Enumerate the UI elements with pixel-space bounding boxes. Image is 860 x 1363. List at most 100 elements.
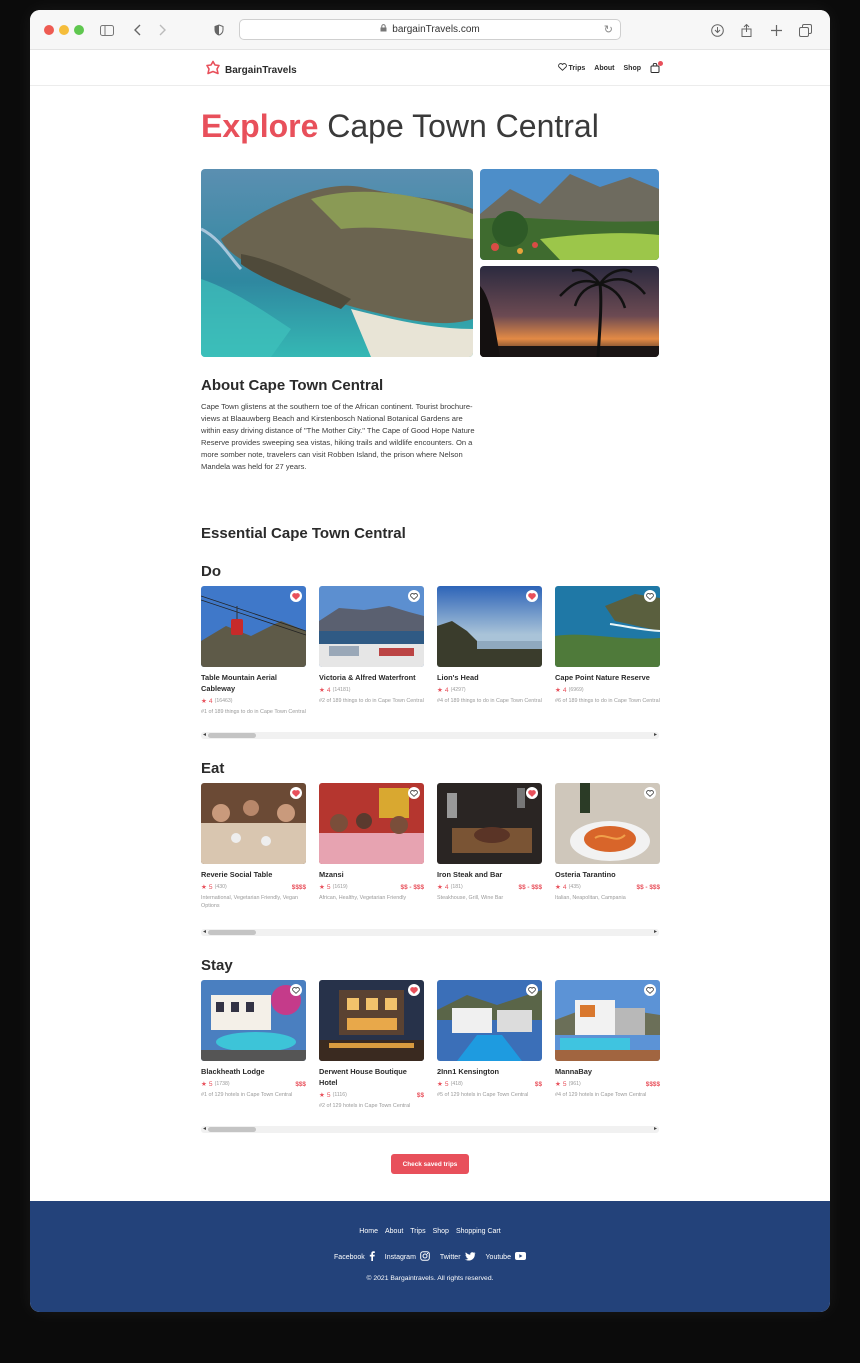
page-title: Explore Cape Town Central xyxy=(201,108,599,145)
check-saved-trips-button[interactable]: Check saved trips xyxy=(391,1154,469,1174)
social-instagram[interactable]: Instagram xyxy=(385,1251,430,1263)
rating: ★ 4 (435) xyxy=(555,883,581,892)
footer-link-home[interactable]: Home xyxy=(359,1228,378,1235)
rating-value: 4 xyxy=(326,686,331,694)
scroll-left-icon[interactable]: ◂ xyxy=(203,928,206,935)
footer-link-shopping-cart[interactable]: Shopping Cart xyxy=(456,1228,501,1235)
scroll-right-icon[interactable]: ▸ xyxy=(654,928,657,935)
scroll-left-icon[interactable]: ◂ xyxy=(203,731,206,738)
restaurant-name: Osteria Tarantino xyxy=(555,870,616,879)
rating-value: 4 xyxy=(444,686,449,694)
nav-about[interactable]: About xyxy=(594,65,614,72)
do-carousel-scrollbar[interactable]: ◂ ▸ xyxy=(201,732,659,739)
scroll-right-icon[interactable]: ▸ xyxy=(654,731,657,738)
rating-value: 4 xyxy=(208,697,213,705)
review-count: (6969) xyxy=(568,687,584,693)
nav-shop[interactable]: Shop xyxy=(624,65,642,72)
maximize-window-button[interactable] xyxy=(74,25,84,35)
social-facebook[interactable]: Facebook xyxy=(334,1251,375,1263)
rating: ★ 5 (1738) xyxy=(201,1080,230,1089)
forward-icon[interactable] xyxy=(153,21,171,39)
rating-value: 4 xyxy=(562,883,567,891)
hotel-image xyxy=(437,980,542,1061)
hotel-image xyxy=(201,980,306,1061)
attraction-card[interactable]: Victoria & Alfred Waterfront ★ 4 (14181) #… xyxy=(319,586,424,705)
hotel-name: Blackheath Lodge xyxy=(201,1067,265,1076)
nav-trips[interactable]: Trips xyxy=(557,63,585,73)
sidebar-icon[interactable] xyxy=(98,21,116,39)
attraction-rank: #1 of 189 things to do in Cape Town Cent… xyxy=(201,709,306,715)
restaurant-card[interactable]: Iron Steak and Bar ★ 4 (181) $$ - $$$ Stea… xyxy=(437,783,542,902)
heart-icon xyxy=(557,63,567,73)
restaurant-rating-row: ★ 4 (435) $$ - $$$ xyxy=(555,883,660,892)
hotel-card[interactable]: MannaBay ★ 5 (961) $$$$ #4 of 129 hotels i… xyxy=(555,980,660,1099)
page-title-accent: Explore xyxy=(201,108,319,144)
back-icon[interactable] xyxy=(129,21,147,39)
favorite-heart-icon[interactable] xyxy=(644,787,656,799)
attraction-card[interactable]: Table Mountain Aerial Cableway ★ 4 (16463)… xyxy=(201,586,306,716)
download-icon[interactable] xyxy=(708,21,726,39)
rating: ★ 5 (1116) xyxy=(319,1091,347,1100)
hotel-rating-row: ★ 5 (418) $$ xyxy=(437,1080,542,1089)
hotel-name: MannaBay xyxy=(555,1067,592,1076)
social-twitter[interactable]: Twitter xyxy=(440,1251,476,1263)
social-youtube[interactable]: Youtube xyxy=(486,1252,526,1262)
footer-link-about[interactable]: About xyxy=(385,1228,403,1235)
new-tab-icon[interactable] xyxy=(767,21,785,39)
favorite-heart-icon[interactable] xyxy=(290,787,302,799)
rating-value: 5 xyxy=(562,1080,567,1088)
price-range: $$$$ xyxy=(291,883,306,891)
star-icon: ★ xyxy=(319,1092,325,1099)
restaurant-card[interactable]: Reverie Social Table ★ 5 (430) $$$$ Intern… xyxy=(201,783,306,910)
scroll-thumb[interactable] xyxy=(208,930,256,935)
favorite-heart-icon[interactable] xyxy=(644,984,656,996)
hotel-rating-row: ★ 5 (961) $$$$ xyxy=(555,1080,660,1089)
hotel-card[interactable]: Blackheath Lodge ★ 5 (1738) $$$ #1 of 129 … xyxy=(201,980,306,1099)
scroll-thumb[interactable] xyxy=(208,733,256,738)
favorite-heart-icon[interactable] xyxy=(290,590,302,602)
favorite-heart-icon[interactable] xyxy=(408,787,420,799)
attraction-rating-row: ★ 4 (14181) xyxy=(319,686,424,695)
attraction-rating-row: ★ 4 (16463) xyxy=(201,697,306,706)
close-window-button[interactable] xyxy=(44,25,54,35)
footer-link-trips[interactable]: Trips xyxy=(410,1228,425,1235)
scroll-left-icon[interactable]: ◂ xyxy=(203,1125,206,1132)
shield-icon[interactable] xyxy=(210,21,228,39)
footer-link-shop[interactable]: Shop xyxy=(433,1228,449,1235)
scroll-right-icon[interactable]: ▸ xyxy=(654,1125,657,1132)
favorite-heart-icon[interactable] xyxy=(408,590,420,602)
star-icon: ★ xyxy=(201,1081,207,1088)
stay-carousel: Blackheath Lodge ★ 5 (1738) $$$ #1 of 129 … xyxy=(201,980,660,1120)
restaurant-card[interactable]: Mzansi ★ 5 (1619) $$ - $$$ African, Health… xyxy=(319,783,424,902)
hotel-card[interactable]: 2Inn1 Kensington ★ 5 (418) $$ #5 of 129 ho… xyxy=(437,980,542,1099)
star-icon: ★ xyxy=(319,884,325,891)
brand-logo[interactable]: BargainTravels xyxy=(205,60,297,81)
favorite-heart-icon[interactable] xyxy=(644,590,656,602)
restaurant-image xyxy=(319,783,424,864)
attraction-card[interactable]: Cape Point Nature Reserve ★ 4 (6969) #6 of… xyxy=(555,586,660,705)
rating: ★ 4 (14181) xyxy=(319,686,350,695)
review-count: (430) xyxy=(214,884,227,890)
restaurant-card[interactable]: Osteria Tarantino ★ 4 (435) $$ - $$$ Itali… xyxy=(555,783,660,902)
section-do-heading: Do xyxy=(201,563,221,580)
cart-icon[interactable] xyxy=(650,61,663,73)
favorite-heart-icon[interactable] xyxy=(526,984,538,996)
cuisine-tags: Italian, Neapolitan, Campania xyxy=(555,895,626,901)
reload-icon[interactable]: ↻ xyxy=(604,23,613,36)
address-bar[interactable]: bargainTravels.com ↻ xyxy=(239,19,621,40)
twitter-icon xyxy=(464,1251,476,1263)
hotel-card[interactable]: Derwent House Boutique Hotel ★ 5 (1116) $$… xyxy=(319,980,424,1110)
review-count: (435) xyxy=(568,884,581,890)
scroll-thumb[interactable] xyxy=(208,1127,256,1132)
favorite-heart-icon[interactable] xyxy=(290,984,302,996)
favorite-heart-icon[interactable] xyxy=(408,984,420,996)
hero-image-sunset-palm xyxy=(480,266,659,357)
minimize-window-button[interactable] xyxy=(59,25,69,35)
eat-carousel-scrollbar[interactable]: ◂ ▸ xyxy=(201,929,659,936)
tabs-overview-icon[interactable] xyxy=(796,21,814,39)
favorite-heart-icon[interactable] xyxy=(526,590,538,602)
attraction-card[interactable]: Lion's Head ★ 4 (4297) #4 of 189 things to… xyxy=(437,586,542,705)
stay-carousel-scrollbar[interactable]: ◂ ▸ xyxy=(201,1126,659,1133)
share-icon[interactable] xyxy=(737,21,755,39)
favorite-heart-icon[interactable] xyxy=(526,787,538,799)
